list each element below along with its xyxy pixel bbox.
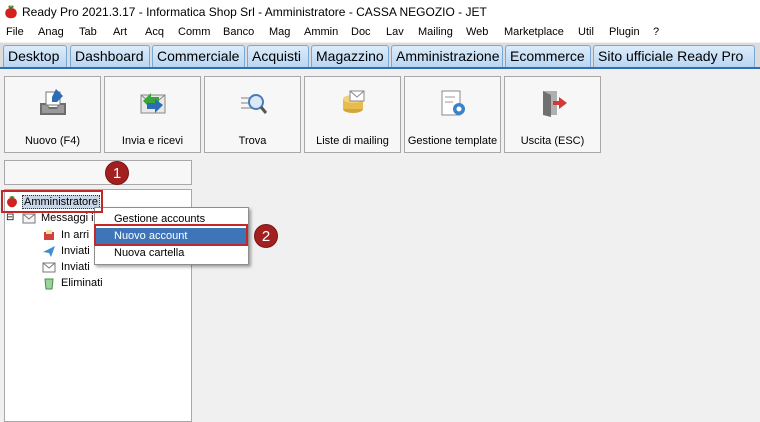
template-button[interactable]: Gestione template	[404, 76, 501, 153]
highlight-box-2	[94, 224, 248, 246]
tab-magazzino[interactable]: Magazzino	[311, 45, 389, 67]
menu-bar: File Anag Tab Art Acq Comm Banco Mag Amm…	[0, 24, 760, 42]
tree-node-in-arrivo[interactable]: In arri	[61, 229, 89, 241]
menu-web[interactable]: Web	[466, 26, 488, 38]
new-button[interactable]: Nuovo (F4)	[4, 76, 101, 153]
tree-node-inviati[interactable]: Inviati	[61, 245, 90, 257]
tab-acquisti[interactable]: Acquisti	[247, 45, 309, 67]
tree-node-messaggi[interactable]: Messaggi in	[41, 212, 100, 224]
find-label: Trova	[238, 135, 267, 147]
menu-item-nuova-cartella[interactable]: Nuova cartella	[96, 245, 247, 262]
window-title: Ready Pro 2021.3.17 - Informatica Shop S…	[22, 5, 487, 19]
menu-tab[interactable]: Tab	[79, 26, 97, 38]
module-tab-bar: Desktop Dashboard Commerciale Acquisti M…	[0, 43, 760, 69]
collapse-toggle-icon[interactable]: ⊟	[6, 212, 14, 223]
send-receive-icon	[140, 93, 166, 114]
tab-amministrazione[interactable]: Amministrazione	[391, 45, 503, 67]
callout-badge-1: 1	[105, 161, 129, 185]
sent-icon	[43, 246, 55, 257]
menu-util[interactable]: Util	[578, 26, 594, 38]
new-mail-icon	[40, 89, 66, 115]
template-settings-icon	[441, 90, 465, 116]
find-button[interactable]: Trova	[204, 76, 301, 153]
menu-anag[interactable]: Anag	[38, 26, 64, 38]
exit-label: Uscita (ESC)	[520, 135, 585, 147]
tab-desktop[interactable]: Desktop	[3, 45, 67, 67]
menu-marketplace[interactable]: Marketplace	[504, 26, 564, 38]
menu-file[interactable]: File	[6, 26, 24, 38]
menu-plugin[interactable]: Plugin	[609, 26, 640, 38]
send-receive-label: Invia e ricevi	[121, 135, 184, 147]
tab-ecommerce[interactable]: Ecommerce	[505, 45, 591, 67]
menu-mailing[interactable]: Mailing	[418, 26, 453, 38]
menu-art[interactable]: Art	[113, 26, 127, 38]
menu-help[interactable]: ?	[653, 26, 659, 38]
exit-button[interactable]: Uscita (ESC)	[504, 76, 601, 153]
mailing-list-button[interactable]: Liste di mailing	[304, 76, 401, 153]
highlight-box-1	[1, 190, 103, 213]
menu-lav[interactable]: Lav	[386, 26, 404, 38]
new-button-label: Nuovo (F4)	[24, 135, 81, 147]
send-receive-button[interactable]: Invia e ricevi	[104, 76, 201, 153]
template-label: Gestione template	[407, 135, 498, 147]
toolbar: Nuovo (F4) Invia e ricevi Trova Liste di…	[0, 70, 760, 156]
menu-banco[interactable]: Banco	[223, 26, 254, 38]
mailing-list-icon	[343, 90, 365, 113]
folder-search-box[interactable]	[4, 160, 192, 185]
envelope-folder-icon	[22, 213, 36, 224]
find-icon	[241, 94, 268, 114]
callout-badge-2: 2	[254, 224, 278, 248]
menu-ammin[interactable]: Ammin	[304, 26, 338, 38]
menu-acq[interactable]: Acq	[145, 26, 164, 38]
exit-icon	[543, 91, 567, 117]
menu-doc[interactable]: Doc	[351, 26, 371, 38]
recycle-bin-icon	[44, 278, 54, 290]
title-bar: Ready Pro 2021.3.17 - Informatica Shop S…	[0, 0, 760, 24]
tree-node-inviati-2[interactable]: Inviati	[61, 261, 90, 273]
tab-sito-ufficiale[interactable]: Sito ufficiale Ready Pro	[593, 45, 755, 67]
menu-comm[interactable]: Comm	[178, 26, 210, 38]
menu-mag[interactable]: Mag	[269, 26, 290, 38]
inbox-icon	[44, 230, 54, 240]
tab-dashboard[interactable]: Dashboard	[70, 45, 150, 67]
sent-folder-icon	[42, 262, 56, 273]
tab-commerciale[interactable]: Commerciale	[152, 45, 245, 67]
mailing-list-label: Liste di mailing	[316, 135, 389, 147]
tree-node-eliminati[interactable]: Eliminati	[61, 277, 103, 289]
strawberry-app-icon	[5, 5, 17, 19]
